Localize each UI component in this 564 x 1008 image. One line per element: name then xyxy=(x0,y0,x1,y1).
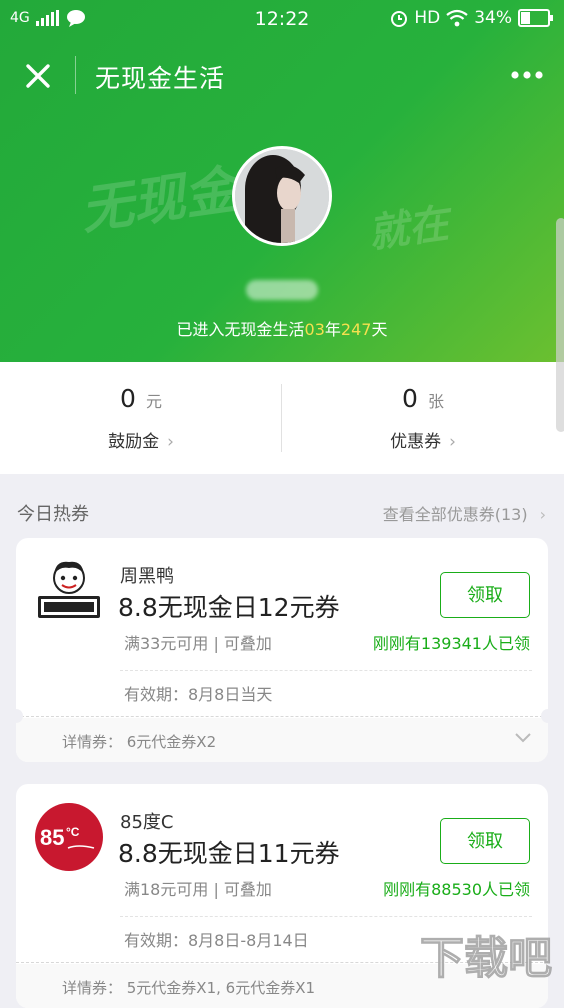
svg-text:下载吧: 下载吧 xyxy=(420,933,552,984)
card-notch-right xyxy=(541,709,555,723)
coupon-title: 8.8无现金日12元券 xyxy=(118,593,340,622)
coupon-conditions: 满18元可用 | 可叠加 xyxy=(124,880,272,899)
view-all-coupons-link[interactable]: 查看全部优惠券(13) › xyxy=(383,501,546,525)
coupon-validity: 有效期：8月8日当天 xyxy=(124,685,273,704)
nav-bar: 无现金生活 xyxy=(0,45,564,105)
perforation xyxy=(16,716,548,717)
claim-button[interactable]: 领取 xyxy=(440,572,530,618)
card-notch-left xyxy=(9,709,23,723)
duration-day-unit: 天 xyxy=(371,320,388,339)
chevron-down-icon xyxy=(515,733,531,743)
stats-panel: 0元 鼓励金 › 0张 优惠券 › xyxy=(0,362,564,474)
duration-years: 03 xyxy=(304,320,325,339)
avatar[interactable] xyxy=(232,146,332,246)
coupons-stat[interactable]: 0张 优惠券 › xyxy=(282,362,564,474)
xiazaiba-watermark: 下载吧 xyxy=(419,932,552,984)
coupon-brand: 85度C xyxy=(120,812,174,833)
coupons-label: 优惠券 xyxy=(390,432,442,452)
username-blurred xyxy=(246,280,318,300)
bonus-value: 0 xyxy=(120,384,136,413)
bonus-unit: 元 xyxy=(145,392,162,411)
close-icon[interactable] xyxy=(20,58,56,94)
coupon-conditions: 满33元可用 | 可叠加 xyxy=(124,634,272,653)
zhouheiya-logo xyxy=(38,561,100,618)
hd-label: HD xyxy=(414,8,441,28)
coupon-details-toggle[interactable]: 详情券： 6元代金券X2 xyxy=(16,718,548,762)
chevron-right-icon: › xyxy=(539,505,546,524)
claimed-count: 刚刚有88530人已领 xyxy=(383,880,530,899)
coupon-brand: 周黑鸭 xyxy=(120,566,174,587)
coupon-validity: 有效期：8月8日-8月14日 xyxy=(124,931,309,950)
coupons-value: 0 xyxy=(402,384,418,413)
profile-header: 4G 12:22 HD 34% 无现金生活 无现金 就在 已进入无现金生活03年… xyxy=(0,0,564,362)
divider xyxy=(120,670,532,671)
coupon-title: 8.8无现金日11元券 xyxy=(118,839,340,868)
bg-calligraphy-right: 就在 xyxy=(365,199,452,258)
page-title: 无现金生活 xyxy=(95,64,226,93)
claimed-count: 刚刚有139341人已领 xyxy=(372,634,530,653)
bg-calligraphy-left: 无现金 xyxy=(77,159,241,242)
coupon-card: 周黑鸭 8.8无现金日12元券 满33元可用 | 可叠加 领取 刚刚有13934… xyxy=(16,538,548,762)
status-bar: 4G 12:22 HD 34% xyxy=(0,0,564,38)
wifi-icon xyxy=(446,9,468,27)
section-title: 今日热券 xyxy=(17,504,89,525)
svg-text:°C: °C xyxy=(66,825,80,839)
coupon-detail-text: 详情券： 5元代金券X1, 6元代金券X1 xyxy=(62,979,316,997)
85c-logo: 85 °C xyxy=(35,803,103,871)
duration-prefix: 已进入无现金生活 xyxy=(176,320,305,339)
coupons-unit: 张 xyxy=(427,392,444,411)
duration-year-unit: 年 xyxy=(324,320,341,339)
bonus-label: 鼓励金 xyxy=(108,432,160,452)
duration-days: 247 xyxy=(340,320,372,339)
bonus-stat[interactable]: 0元 鼓励金 › xyxy=(0,362,282,474)
chevron-right-icon: › xyxy=(449,432,456,452)
alarm-icon xyxy=(391,11,408,27)
battery-percent: 34% xyxy=(474,8,512,28)
battery-icon xyxy=(518,9,553,27)
cashless-duration: 已进入无现金生活03年247天 xyxy=(0,316,564,340)
view-all-label: 查看全部优惠券(13) xyxy=(382,505,528,524)
section-header: 今日热券 查看全部优惠券(13) › xyxy=(0,488,564,534)
coupon-detail-text: 详情券： 6元代金券X2 xyxy=(62,733,217,751)
chevron-right-icon: › xyxy=(167,432,174,452)
scroll-indicator xyxy=(556,218,564,432)
more-icon[interactable] xyxy=(510,65,544,85)
nav-divider xyxy=(75,56,76,94)
claim-button[interactable]: 领取 xyxy=(440,818,530,864)
svg-text:85: 85 xyxy=(40,825,64,850)
